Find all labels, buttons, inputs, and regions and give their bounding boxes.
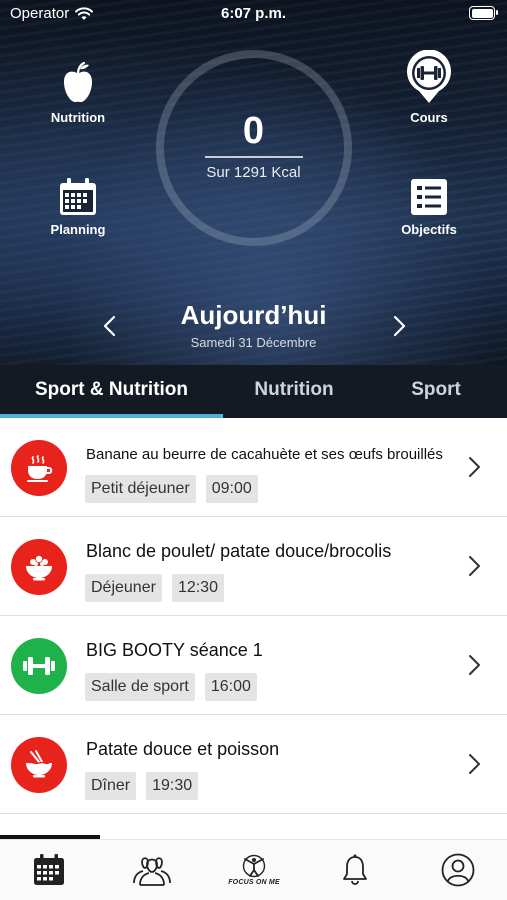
entry-title: Blanc de poulet/ patate douce/brocolis bbox=[86, 541, 392, 561]
objectifs-label: Objectifs bbox=[401, 222, 457, 237]
focus-on-me-logo: FOCUS ON ME bbox=[228, 854, 280, 886]
cours-label: Cours bbox=[410, 110, 448, 125]
bottom-navigation: FOCUS ON ME bbox=[0, 839, 507, 900]
entry-title: BIG BOOTY séance 1 bbox=[86, 640, 263, 660]
planning-label: Planning bbox=[50, 222, 106, 237]
dumbbell-icon bbox=[11, 638, 67, 694]
entry-type-tag: Déjeuner bbox=[85, 574, 162, 602]
nav-notifications-button[interactable] bbox=[330, 850, 380, 890]
apple-icon bbox=[28, 58, 128, 104]
tab-bar: Sport & Nutrition Nutrition Sport bbox=[0, 365, 507, 418]
list-item[interactable]: Patate douce et poisson Dîner 19:30 bbox=[0, 715, 507, 814]
salad-bowl-icon bbox=[11, 539, 67, 595]
dashboard-header: Operator 6:07 p.m. 0 Sur 1291 Kcal Nutri… bbox=[0, 0, 507, 365]
tab-sport[interactable]: Sport bbox=[365, 365, 507, 418]
nav-calendar-button[interactable] bbox=[24, 850, 74, 890]
entry-time-tag: 09:00 bbox=[205, 475, 258, 503]
entry-type-tag: Petit déjeuner bbox=[85, 475, 196, 503]
entry-type-tag: Salle de sport bbox=[85, 673, 195, 701]
entry-title: Patate douce et poisson bbox=[86, 739, 280, 759]
list-item[interactable]: Banane au beurre de cacahuète et ses œuf… bbox=[0, 418, 507, 517]
calendar-icon bbox=[34, 854, 64, 885]
entry-time-tag: 19:30 bbox=[146, 772, 199, 800]
day-navigator: Aujourd’hui Samedi 31 Décembre bbox=[0, 300, 507, 360]
nav-profile-button[interactable] bbox=[433, 850, 483, 890]
objectifs-button[interactable]: Objectifs bbox=[379, 170, 479, 237]
day-title: Aujourd’hui bbox=[180, 300, 327, 330]
logo-text: FOCUS ON ME bbox=[228, 879, 280, 886]
bell-icon bbox=[343, 854, 367, 885]
calendar-icon bbox=[28, 170, 128, 216]
day-date: Samedi 31 Décembre bbox=[190, 335, 317, 350]
battery-icon bbox=[469, 6, 498, 20]
dumbbell-pin-icon bbox=[379, 50, 479, 104]
entry-time-tag: 16:00 bbox=[204, 673, 257, 701]
next-day-arrow-icon[interactable] bbox=[387, 314, 411, 338]
list-item[interactable]: BIG BOOTY séance 1 Salle de sport 16:00 bbox=[0, 616, 507, 715]
tab-sport-nutrition[interactable]: Sport & Nutrition bbox=[0, 365, 223, 418]
checklist-icon bbox=[379, 170, 479, 216]
chevron-right-icon bbox=[469, 655, 480, 675]
nutrition-button[interactable]: Nutrition bbox=[28, 58, 128, 125]
nav-community-button[interactable] bbox=[127, 850, 177, 890]
group-icon bbox=[133, 857, 171, 886]
chevron-right-icon bbox=[469, 556, 480, 576]
nav-home-logo-button[interactable]: FOCUS ON ME bbox=[220, 850, 288, 890]
chevron-right-icon bbox=[469, 754, 480, 774]
status-time: 6:07 p.m. bbox=[220, 5, 287, 22]
entry-time-tag: 12:30 bbox=[171, 574, 224, 602]
chevron-right-icon bbox=[469, 457, 480, 477]
nutrition-label: Nutrition bbox=[50, 110, 106, 125]
entry-title: Banane au beurre de cacahuète et ses œuf… bbox=[86, 446, 443, 463]
user-profile-icon bbox=[441, 853, 475, 887]
entry-type-tag: Dîner bbox=[85, 772, 137, 800]
noodle-bowl-icon bbox=[11, 737, 67, 793]
calorie-divider bbox=[205, 156, 303, 158]
status-bar: Operator 6:07 p.m. bbox=[0, 0, 507, 28]
coffee-cup-icon bbox=[11, 440, 67, 496]
list-item[interactable]: Blanc de poulet/ patate douce/brocolis D… bbox=[0, 517, 507, 616]
tab-nutrition[interactable]: Nutrition bbox=[223, 365, 365, 418]
entries-list: Banane au beurre de cacahuète et ses œuf… bbox=[0, 418, 507, 814]
planning-button[interactable]: Planning bbox=[28, 170, 128, 237]
cours-button[interactable]: Cours bbox=[379, 50, 479, 125]
